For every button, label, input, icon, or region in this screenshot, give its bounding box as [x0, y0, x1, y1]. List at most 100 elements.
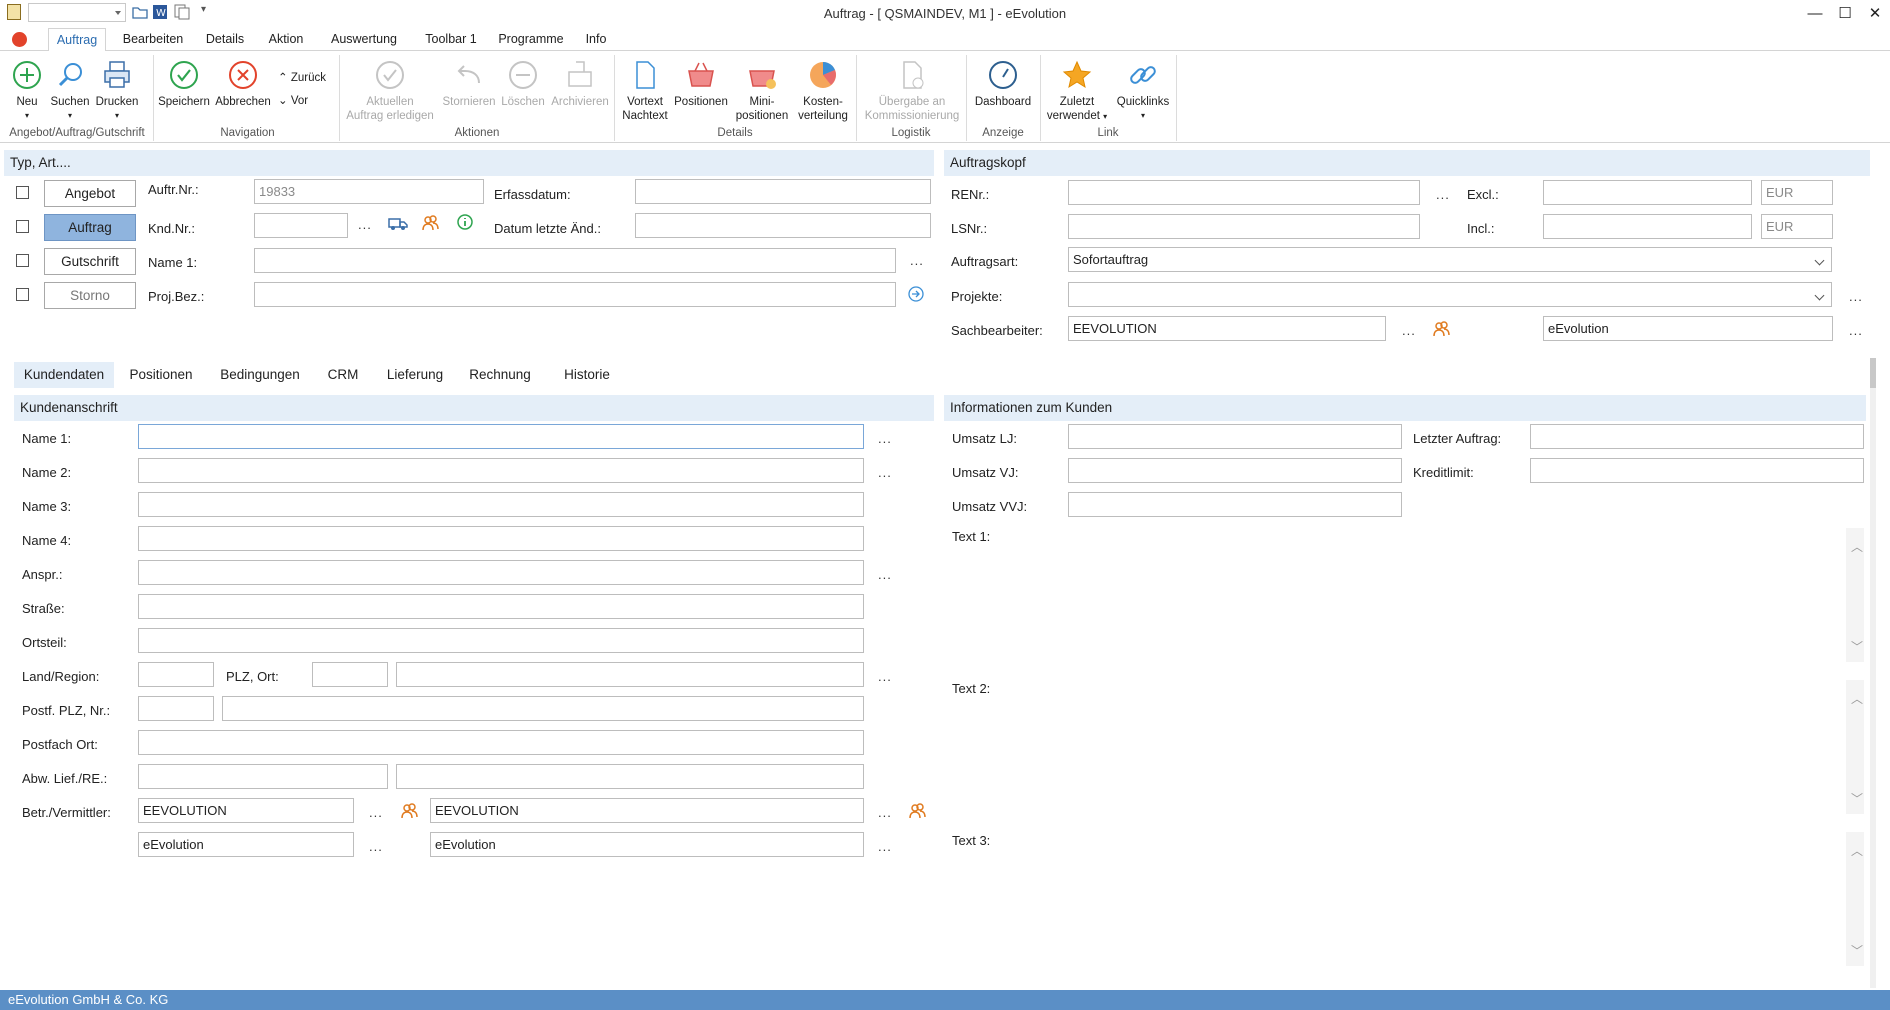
kreditlimit-field[interactable]: [1530, 458, 1864, 483]
projekte-select[interactable]: [1068, 282, 1832, 307]
tab-auftrag[interactable]: Auftrag: [48, 28, 106, 52]
datum-letzte-aend-field[interactable]: [635, 213, 931, 238]
knd-nr-field[interactable]: [254, 213, 348, 238]
delete-button[interactable]: Löschen: [500, 59, 546, 109]
scroll-up-icon[interactable]: ︿: [1851, 842, 1863, 859]
scroll-up-icon[interactable]: ︿: [1851, 538, 1863, 555]
anspr-lookup-button[interactable]: ...: [878, 567, 892, 582]
storno-checkbox[interactable]: [16, 288, 29, 301]
dashboard-button[interactable]: Dashboard: [970, 59, 1036, 109]
close-icon[interactable]: ✕: [1860, 0, 1890, 26]
main-scrollbar[interactable]: [1870, 358, 1876, 988]
abw-lief-field[interactable]: [138, 764, 388, 789]
projbez-field[interactable]: [254, 282, 896, 307]
contacts-icon[interactable]: [1432, 320, 1450, 338]
scroll-down-icon[interactable]: ﹀: [1851, 638, 1863, 655]
erfassdatum-field[interactable]: [635, 179, 931, 204]
incl-field[interactable]: [1543, 214, 1752, 239]
auftrag-button[interactable]: Auftrag: [44, 214, 136, 241]
storno-button[interactable]: Storno: [44, 282, 136, 309]
betreuer-field[interactable]: EEVOLUTION: [138, 798, 354, 823]
new-button[interactable]: Neu ▾: [8, 59, 46, 123]
excl-currency-field[interactable]: EUR: [1761, 180, 1833, 205]
navigate-icon[interactable]: [908, 286, 924, 302]
incl-currency-field[interactable]: EUR: [1761, 214, 1833, 239]
strasse-field[interactable]: [138, 594, 864, 619]
text1-scrollbar[interactable]: ︿ ﹀: [1846, 528, 1864, 662]
auftragsart-select[interactable]: Sofortauftrag: [1068, 247, 1832, 272]
gutschrift-checkbox[interactable]: [16, 254, 29, 267]
cost-distribution-button[interactable]: Kosten- verteilung: [795, 59, 851, 123]
betreuer-name-lookup-button[interactable]: ...: [369, 839, 383, 854]
postfach-ort-field[interactable]: [138, 730, 864, 755]
angebot-button[interactable]: Angebot: [44, 180, 136, 207]
pretext-button[interactable]: Vortext Nachtext: [618, 59, 672, 123]
vermittler-lookup-button[interactable]: ...: [878, 805, 892, 820]
vermittler-field[interactable]: EEVOLUTION: [430, 798, 864, 823]
gutschrift-button[interactable]: Gutschrift: [44, 248, 136, 275]
contacts-icon[interactable]: [421, 214, 439, 232]
maximize-icon[interactable]: ☐: [1830, 0, 1860, 26]
text3-area[interactable]: [1068, 832, 1846, 966]
save-button[interactable]: Speichern: [156, 59, 212, 109]
kunde-name4-field[interactable]: [138, 526, 864, 551]
sachbearbeiter-name-field[interactable]: eEvolution: [1543, 316, 1833, 341]
postf-plz-field[interactable]: [138, 696, 214, 721]
sachbearbeiter-lookup-button[interactable]: ...: [1402, 323, 1416, 338]
tab-rechnung[interactable]: Rechnung: [464, 362, 536, 388]
kunde-name2-field[interactable]: [138, 458, 864, 483]
contacts-icon[interactable]: [400, 802, 418, 820]
anspr-field[interactable]: [138, 560, 864, 585]
app-menu-icon[interactable]: [12, 32, 27, 47]
auftr-nr-field[interactable]: 19833: [254, 179, 484, 204]
lsnr-field[interactable]: [1068, 214, 1420, 239]
positions-button[interactable]: Positionen: [673, 59, 729, 109]
text1-area[interactable]: [1068, 528, 1846, 662]
tab-bearbeiten[interactable]: Bearbeiten: [118, 28, 188, 51]
search-button[interactable]: Suchen ▾: [48, 59, 92, 123]
betreuer-name-field[interactable]: eEvolution: [138, 832, 354, 857]
text2-area[interactable]: [1068, 680, 1846, 814]
scroll-up-icon[interactable]: ︿: [1851, 690, 1863, 707]
main-scrollbar-thumb[interactable]: [1870, 358, 1876, 388]
renr-field[interactable]: [1068, 180, 1420, 205]
renr-lookup-button[interactable]: ...: [1436, 187, 1450, 202]
projekte-lookup-button[interactable]: ...: [1849, 289, 1863, 304]
letzter-auftrag-field[interactable]: [1530, 424, 1864, 449]
recently-used-button[interactable]: Zuletzt verwendet ▾: [1042, 59, 1112, 124]
umsatz-vvj-field[interactable]: [1068, 492, 1402, 517]
vermittler-name-field[interactable]: eEvolution: [430, 832, 864, 857]
tab-historie[interactable]: Historie: [550, 362, 624, 388]
print-button[interactable]: Drucken ▾: [94, 59, 140, 123]
sachbearbeiter-name-lookup-button[interactable]: ...: [1849, 323, 1863, 338]
tab-details[interactable]: Details: [200, 28, 250, 51]
postf-nr-field[interactable]: [222, 696, 864, 721]
umsatz-lj-field[interactable]: [1068, 424, 1402, 449]
excl-field[interactable]: [1543, 180, 1752, 205]
tab-bedingungen[interactable]: Bedingungen: [212, 362, 308, 388]
tab-info[interactable]: Info: [578, 28, 614, 51]
quicklinks-button[interactable]: Quicklinks ▾: [1114, 59, 1172, 123]
name1-field[interactable]: [254, 248, 896, 273]
tab-positionen[interactable]: Positionen: [122, 362, 200, 388]
scroll-down-icon[interactable]: ﹀: [1851, 942, 1863, 959]
cancel-order-button[interactable]: Stornieren: [440, 59, 498, 109]
umsatz-vj-field[interactable]: [1068, 458, 1402, 483]
archive-button[interactable]: Archivieren: [548, 59, 612, 109]
land-field[interactable]: [138, 662, 214, 687]
ort-field[interactable]: [396, 662, 864, 687]
name1-lookup-button[interactable]: ...: [910, 253, 924, 268]
tab-auswertung[interactable]: Auswertung: [325, 28, 403, 51]
handover-button[interactable]: Übergabe an Kommissionierung: [860, 59, 964, 123]
tab-crm[interactable]: CRM: [318, 362, 368, 388]
tab-kundendaten[interactable]: Kundendaten: [14, 362, 114, 388]
sachbearbeiter-field[interactable]: EEVOLUTION: [1068, 316, 1386, 341]
angebot-checkbox[interactable]: [16, 186, 29, 199]
ortsteil-field[interactable]: [138, 628, 864, 653]
ort-lookup-button[interactable]: ...: [878, 669, 892, 684]
mini-positions-button[interactable]: Mini- positionen: [732, 59, 792, 123]
knd-nr-lookup-button[interactable]: ...: [358, 217, 372, 232]
kunde-name1-lookup-button[interactable]: ...: [878, 431, 892, 446]
auftrag-checkbox[interactable]: [16, 220, 29, 233]
kunde-name2-lookup-button[interactable]: ...: [878, 465, 892, 480]
